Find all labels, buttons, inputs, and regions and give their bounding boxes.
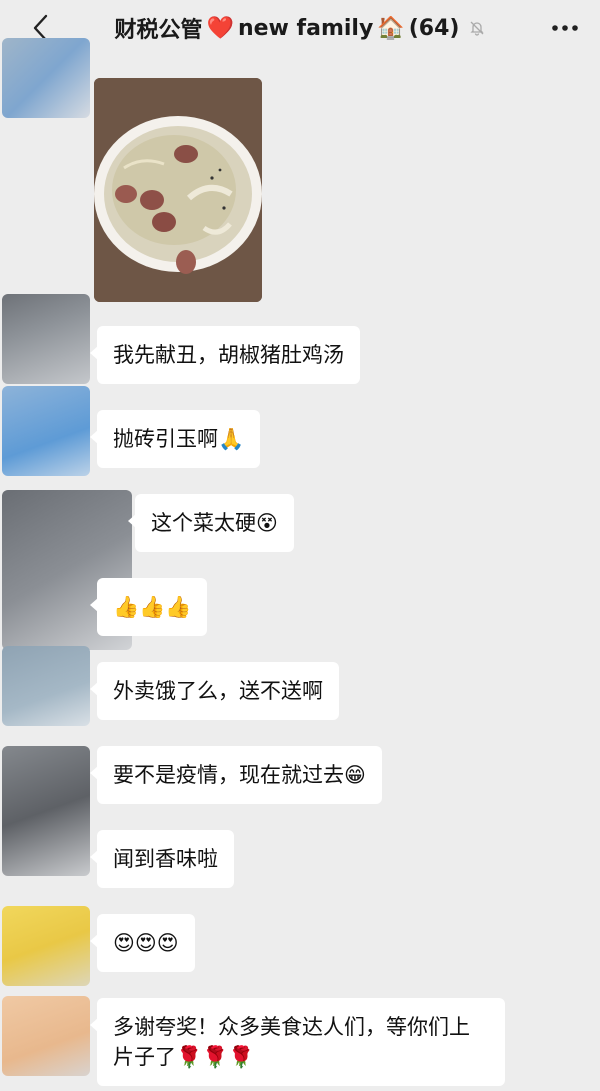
avatar[interactable] xyxy=(2,746,90,876)
heart-emoji: ❤️ xyxy=(206,15,234,41)
message-bubble[interactable]: 我先献丑，胡椒猪肚鸡汤 xyxy=(90,326,360,384)
avatar[interactable] xyxy=(2,906,90,986)
more-options-button[interactable] xyxy=(550,14,580,42)
message-bubble[interactable]: 这个菜太硬😵 xyxy=(128,494,294,552)
message-bubble[interactable]: 闻到香味啦 xyxy=(90,830,234,888)
house-emoji: 🏠 xyxy=(377,15,405,41)
avatar[interactable] xyxy=(2,646,90,726)
message-bubble[interactable]: 抛砖引玉啊🙏 xyxy=(89,410,261,468)
soup-photo[interactable] xyxy=(94,78,262,302)
title-family-text: new family xyxy=(237,15,374,41)
message-bubble[interactable]: 👍👍👍 xyxy=(89,578,208,636)
message-bubble[interactable]: 多谢夸奖！众多美食达人们，等你们上片子了🌹🌹🌹 xyxy=(90,998,505,1086)
avatar[interactable] xyxy=(2,996,90,1076)
soup-image xyxy=(94,78,262,302)
message-bubble[interactable]: 要不是疫情，现在就过去😁 xyxy=(90,746,382,804)
more-icon xyxy=(552,25,578,31)
avatar[interactable] xyxy=(2,38,90,118)
message-bubble[interactable]: 😍😍😍 xyxy=(90,914,195,972)
bell-off-icon xyxy=(470,21,485,36)
avatar[interactable] xyxy=(2,386,90,476)
chat-title: 财税公管 ❤️ new family 🏠 (64) xyxy=(115,12,486,44)
chat-message-list[interactable]: 我先献丑，胡椒猪肚鸡汤 抛砖引玉啊🙏 这个菜太硬😵 👍👍👍 外卖饿了么，送不送啊… xyxy=(0,38,600,1091)
avatar[interactable] xyxy=(2,294,90,384)
chat-header: 财税公管 ❤️ new family 🏠 (64) xyxy=(0,0,600,56)
title-text: 财税公管 xyxy=(114,18,203,43)
message-bubble[interactable]: 外卖饿了么，送不送啊 xyxy=(90,662,339,720)
member-count: (64) xyxy=(408,15,460,41)
